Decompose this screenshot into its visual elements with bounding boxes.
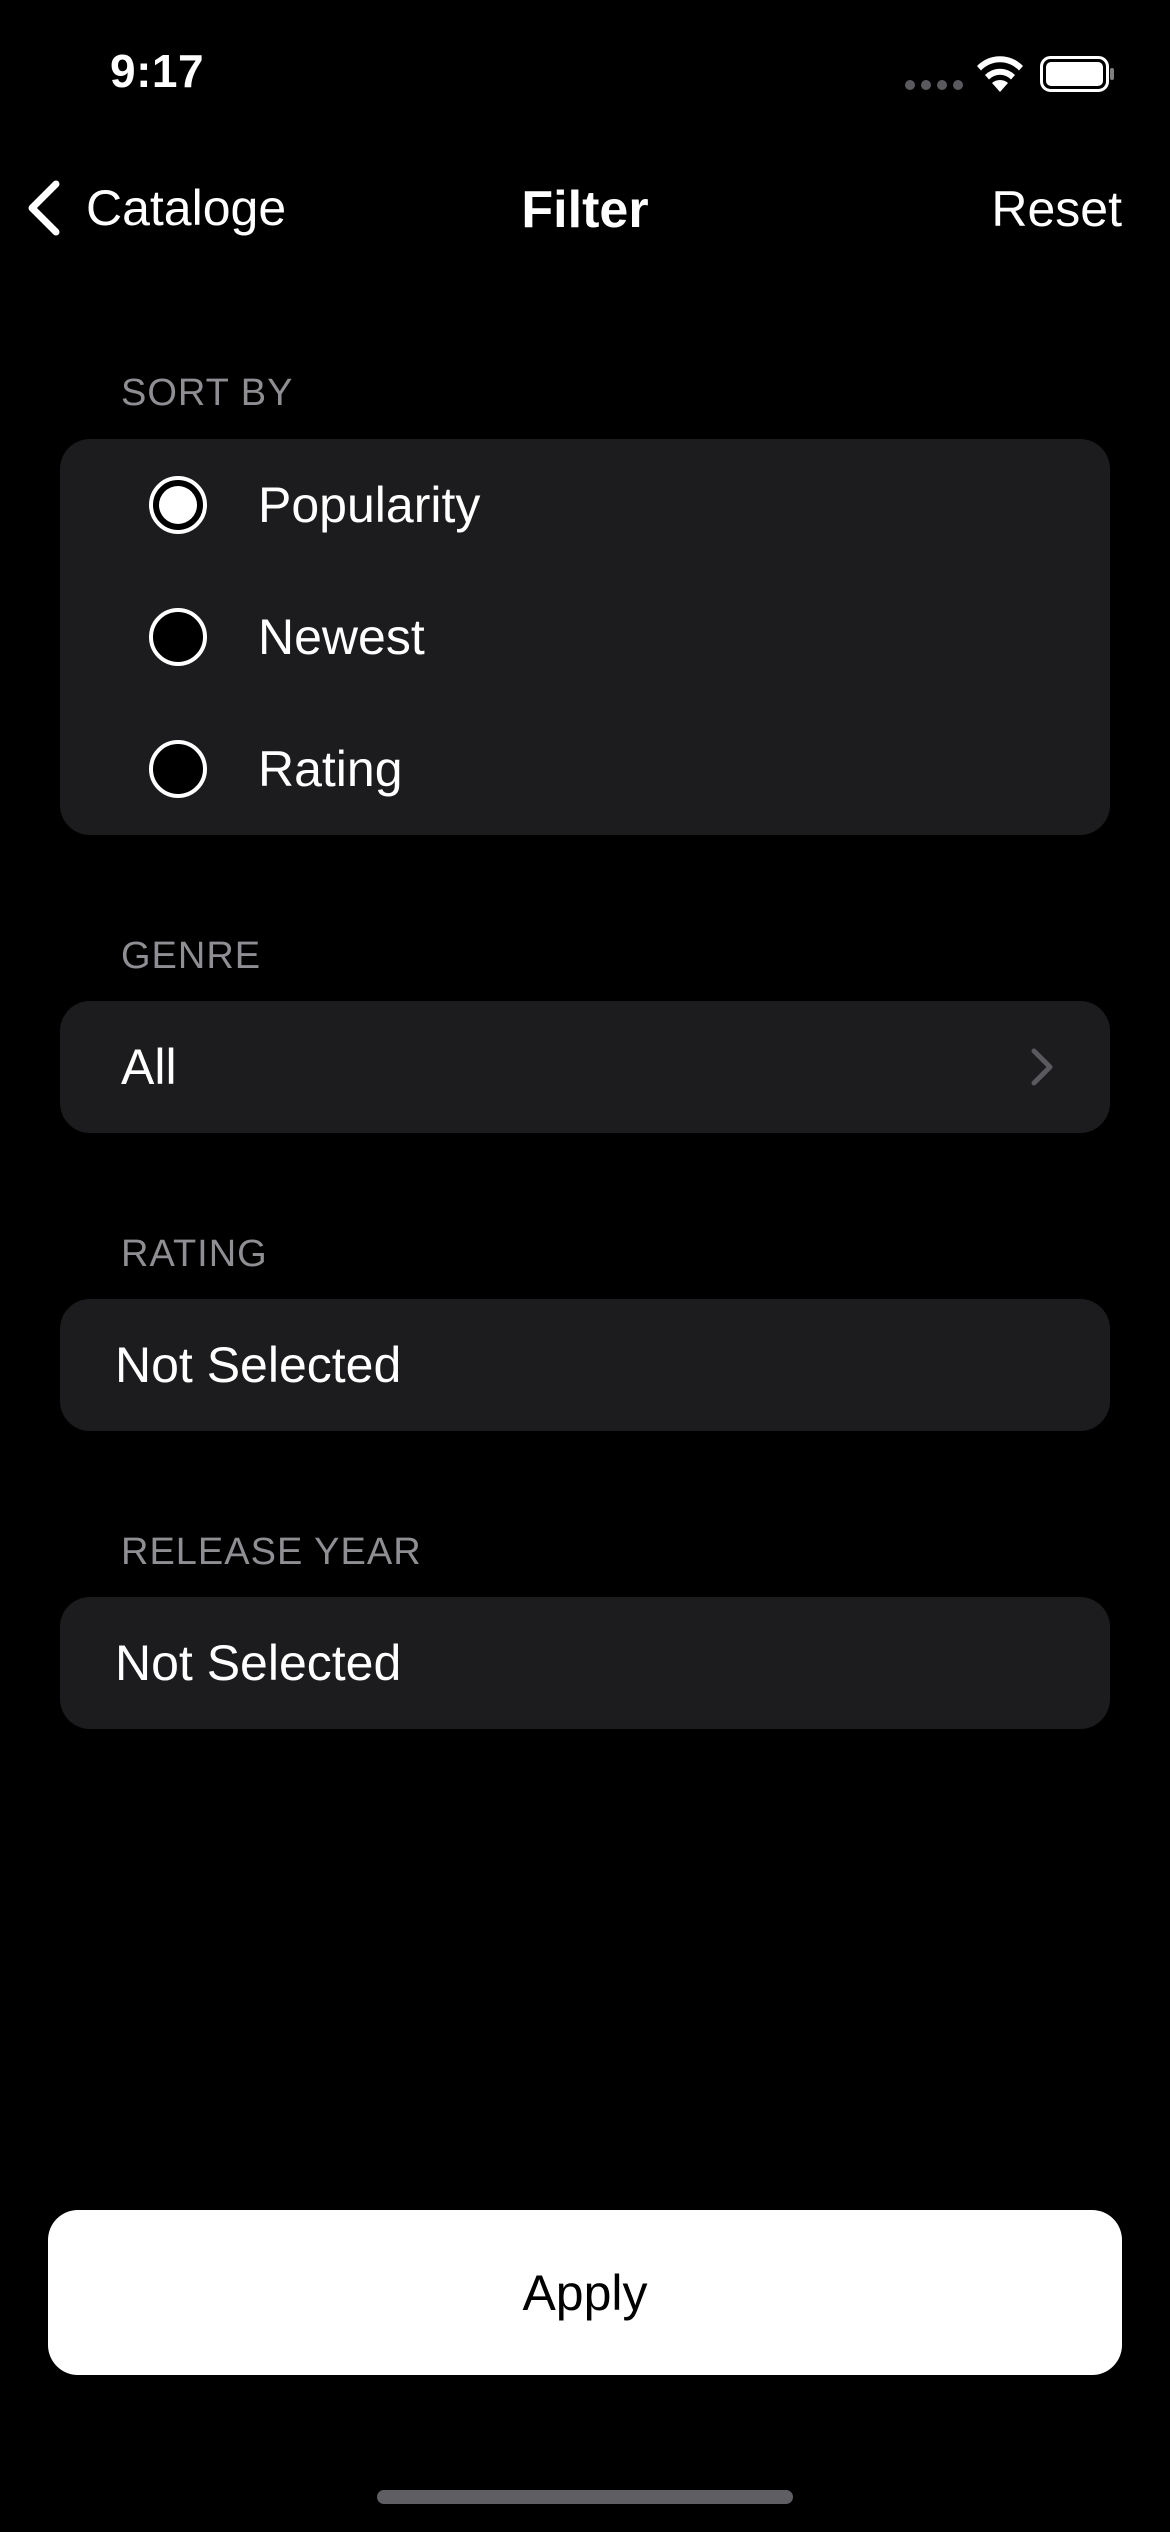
rating-select[interactable]: Not Selected	[60, 1299, 1110, 1431]
status-bar: 9:17	[0, 0, 1170, 140]
genre-value: All	[121, 1039, 177, 1095]
release-year-card: Not Selected	[60, 1597, 1110, 1729]
rating-value: Not Selected	[115, 1337, 402, 1393]
filter-screen: 9:17 Catalоge Filter Reset SORT BY Popul…	[0, 0, 1170, 2532]
radio-button[interactable]	[149, 740, 207, 798]
sort-option-newest[interactable]: Newest	[60, 571, 1110, 703]
wifi-icon	[977, 56, 1023, 92]
sort-option-popularity[interactable]: Popularity	[60, 439, 1110, 571]
apply-button[interactable]: Apply	[48, 2210, 1122, 2375]
status-time: 9:17	[110, 45, 205, 97]
release-year-value: Not Selected	[115, 1635, 402, 1691]
chevron-right-icon	[1031, 1048, 1053, 1086]
sort-by-card: Popularity Newest Rating	[60, 439, 1110, 835]
genre-header: GENRE	[121, 935, 262, 977]
rating-card: Not Selected	[60, 1299, 1110, 1431]
apply-button-label: Apply	[522, 2264, 648, 2321]
genre-select[interactable]: All	[60, 1001, 1110, 1133]
navigation-bar: Catalоge Filter Reset	[0, 160, 1170, 256]
rating-header: RATING	[121, 1233, 268, 1275]
signal-icon	[905, 80, 963, 90]
sort-by-header: SORT BY	[121, 372, 294, 414]
release-year-header: RELEASE YEAR	[121, 1531, 422, 1573]
sort-option-label: Rating	[258, 741, 403, 797]
genre-card: All	[60, 1001, 1110, 1133]
battery-icon	[1040, 56, 1114, 92]
release-year-select[interactable]: Not Selected	[60, 1597, 1110, 1729]
sort-option-label: Newest	[258, 609, 425, 665]
sort-option-label: Popularity	[258, 477, 481, 533]
radio-button[interactable]	[149, 476, 207, 534]
reset-button[interactable]: Reset	[991, 180, 1122, 238]
radio-button[interactable]	[149, 608, 207, 666]
home-indicator[interactable]	[377, 2490, 793, 2504]
sort-option-rating[interactable]: Rating	[60, 703, 1110, 835]
